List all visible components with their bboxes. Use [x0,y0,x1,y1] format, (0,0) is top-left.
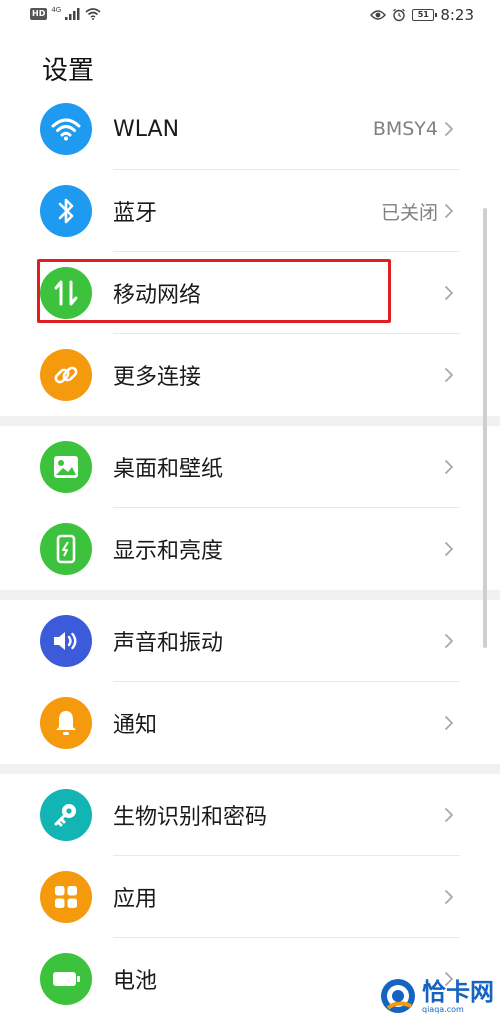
settings-item-wlan[interactable]: WLAN BMSY4 [0,88,500,170]
settings-item-label: 更多连接 [113,365,202,390]
battery-icon [40,953,92,1005]
settings-item-label: 应用 [113,887,158,912]
settings-item-label: 蓝牙 [113,201,158,226]
speaker-icon [40,615,92,667]
settings-item-label: 显示和亮度 [113,539,224,564]
group-separator [0,764,500,774]
phone-brightness-icon [40,523,92,575]
wifi-icon [40,103,92,155]
settings-item-value: 已关闭 [380,201,438,224]
group-separator [0,590,500,600]
key-icon [40,789,92,841]
bell-icon [40,697,92,749]
settings-item-label: 电池 [113,969,158,994]
chevron-right-icon [440,202,458,220]
chevron-right-icon [440,120,458,138]
chevron-right-icon [440,458,458,476]
chevron-right-icon [440,366,458,384]
alarm-icon [393,8,406,22]
settings-item-more-connections[interactable]: 更多连接 [0,334,500,416]
hd-badge: HD [30,8,48,20]
chevron-right-icon [440,888,458,906]
settings-item-apps[interactable]: 应用 [0,856,500,938]
settings-item-label: 桌面和壁纸 [113,457,224,482]
page-title: 设置 [42,56,95,86]
settings-item-bluetooth[interactable]: 蓝牙 已关闭 [0,170,500,252]
watermark-logo [381,979,415,1013]
highlight-box [37,259,391,323]
settings-item-label: WLAN [113,116,180,142]
chevron-right-icon [440,632,458,650]
settings-item-label: 生物识别和密码 [113,805,268,830]
apps-grid-icon [40,871,92,923]
chevron-right-icon [440,714,458,732]
clock: 8:23 [440,6,474,24]
status-right: 51 8:23 [370,6,474,24]
wifi-status-icon [85,8,101,20]
battery-indicator: 51 [412,9,438,21]
watermark-url: qiaqa.com [422,1004,464,1014]
eye-icon [370,10,387,20]
settings-item-value: BMSY4 [372,118,438,140]
settings-item-label: 通知 [113,713,158,738]
bluetooth-icon [40,185,92,237]
settings-item-label: 声音和振动 [113,631,224,656]
image-icon [40,441,92,493]
chevron-right-icon [440,540,458,558]
chevron-right-icon [440,806,458,824]
scrollbar[interactable] [483,208,487,648]
watermark: 恰卡网 qiaqa.com [378,976,494,1016]
link-icon [40,349,92,401]
battery-level: 51 [417,10,429,19]
network-type: 4G [51,6,62,14]
settings-item-sound-vibration[interactable]: 声音和振动 [0,600,500,682]
group-separator [0,416,500,426]
settings-item-home-wallpaper[interactable]: 桌面和壁纸 [0,426,500,508]
status-bar: HD 4G 51 8:23 [0,0,500,34]
chevron-right-icon [440,284,458,302]
settings-list: WLAN BMSY4 蓝牙 已关闭 移动网络 更多连接 桌面和壁纸 显示和亮度 声音和振动 通知生… [0,88,500,1020]
watermark-text: 恰卡网 [422,977,494,1006]
settings-item-display-brightness[interactable]: 显示和亮度 [0,508,500,590]
settings-item-biometrics-password[interactable]: 生物识别和密码 [0,774,500,856]
signal-icon [65,8,80,20]
settings-item-notifications[interactable]: 通知 [0,682,500,764]
status-left: HD 4G [30,6,101,20]
